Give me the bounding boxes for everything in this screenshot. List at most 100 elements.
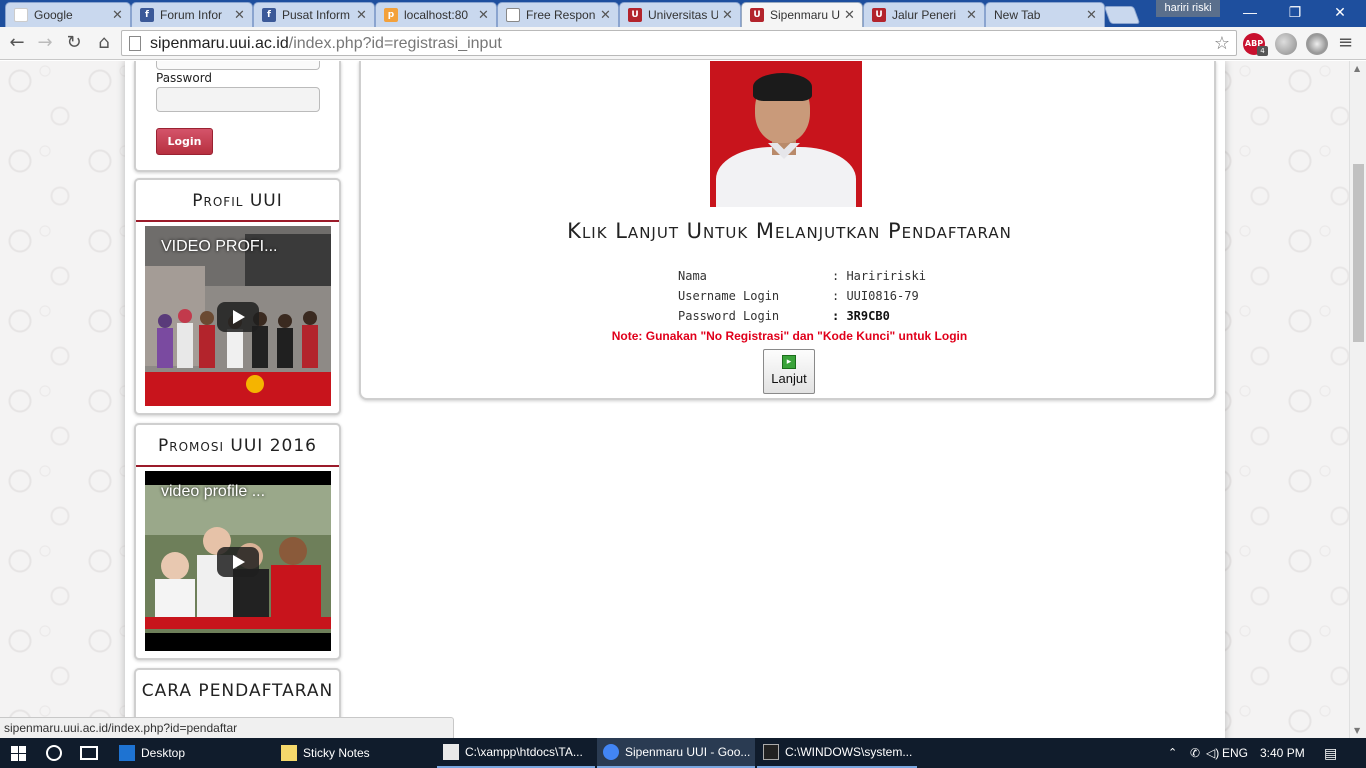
tab-universitas[interactable]: U Universitas U ✕ <box>619 2 741 27</box>
uui-icon: U <box>872 8 886 22</box>
tab-title: Free Respon <box>526 8 596 22</box>
taskbar-sticky-notes[interactable]: Sticky Notes <box>275 738 435 768</box>
tab-new-tab[interactable]: New Tab ✕ <box>985 2 1105 27</box>
volume-icon[interactable]: ◁) <box>1206 738 1219 768</box>
applicant-photo <box>710 61 862 207</box>
desktop-icon <box>119 745 135 761</box>
extension-icon[interactable] <box>1275 33 1297 55</box>
reload-icon[interactable]: ↻ <box>62 32 86 54</box>
tray-up-arrow-icon[interactable]: ⌃ <box>1168 738 1177 768</box>
clock[interactable]: 3:40 PM <box>1260 738 1305 768</box>
tab-forum-info[interactable]: f Forum Infor ✕ <box>131 2 253 27</box>
profil-title: Profil UUI <box>136 180 339 222</box>
browser-toolbar: ← → ↻ ⌂ sipenmaru.uui.ac.id/index.php?id… <box>0 27 1366 60</box>
restore-icon[interactable]: ❐ <box>1275 0 1315 25</box>
close-icon[interactable]: ✕ <box>356 9 368 22</box>
url-path: /index.php?id=registrasi_input <box>288 35 502 52</box>
info-label: Nama <box>678 269 707 283</box>
tab-title: Jalur Peneri <box>892 8 957 22</box>
network-icon[interactable]: ✆ <box>1190 738 1200 768</box>
taskbar-notepad[interactable]: C:\xampp\htdocs\TA... <box>437 738 595 768</box>
lanjut-button[interactable]: ▸ Lanjut <box>763 349 815 394</box>
play-icon[interactable] <box>217 547 259 577</box>
action-center-icon[interactable]: ▤ <box>1324 738 1337 768</box>
promosi-title: Promosi UUI 2016 <box>136 425 339 467</box>
profil-video[interactable]: VIDEO PROFI... <box>145 226 331 406</box>
tab-title: Universitas U <box>648 8 718 22</box>
promosi-video[interactable]: video profile ... <box>145 471 331 651</box>
chrome-icon <box>603 744 619 760</box>
phpmyadmin-icon: p <box>384 8 398 22</box>
tab-sipenmaru[interactable]: U Sipenmaru U ✕ <box>741 2 863 27</box>
page-scrollbar[interactable]: ▲ ▼ <box>1349 61 1366 738</box>
menu-icon[interactable]: ≡ <box>1338 32 1353 53</box>
profil-video-title: VIDEO PROFI... <box>161 238 278 255</box>
facebook-icon: f <box>262 8 276 22</box>
close-window-icon[interactable]: ✕ <box>1320 0 1360 25</box>
scrollbar-thumb[interactable] <box>1353 164 1364 342</box>
cortana-icon[interactable] <box>46 745 62 761</box>
page-title: Klik Lanjut Untuk Melanjutkan Pendaftara… <box>567 219 1012 243</box>
tab-jalur-penerimaan[interactable]: U Jalur Peneri ✕ <box>863 2 985 27</box>
taskbar-cmd[interactable]: C:\WINDOWS\system... <box>757 738 917 768</box>
forward-icon[interactable]: → <box>33 32 57 54</box>
browser-tab-strip: G Google ✕ f Forum Infor ✕ f Pusat Infor… <box>0 0 1366 27</box>
taskbar-label: Sticky Notes <box>303 746 370 760</box>
back-icon[interactable]: ← <box>5 32 29 54</box>
windows-start-icon[interactable] <box>0 738 37 768</box>
tab-title: Google <box>34 8 73 22</box>
url-host: sipenmaru.uui.ac.id <box>150 35 289 52</box>
login-button[interactable]: Login <box>156 128 213 155</box>
page-icon <box>129 36 141 51</box>
tab-pusat-info[interactable]: f Pusat Inform ✕ <box>253 2 375 27</box>
tab-free-response[interactable]: Free Respon ✕ <box>497 2 619 27</box>
info-label: Username Login <box>678 289 780 303</box>
taskbar-label: Sipenmaru UUI - Goo... <box>625 745 751 759</box>
uui-icon: U <box>750 8 764 22</box>
info-value: : UUI0816-79 <box>832 289 919 303</box>
profile-name[interactable]: hariri riski <box>1156 0 1220 17</box>
tab-google[interactable]: G Google ✕ <box>5 2 131 27</box>
username-input[interactable] <box>156 61 320 70</box>
home-icon[interactable]: ⌂ <box>92 32 116 54</box>
info-value: : Hariririski <box>832 269 926 283</box>
taskbar-label: C:\xampp\htdocs\TA... <box>465 745 583 759</box>
info-value: : 3R9CB0 <box>832 309 890 323</box>
address-bar[interactable]: sipenmaru.uui.ac.id/index.php?id=registr… <box>121 30 1237 56</box>
facebook-icon: f <box>140 8 154 22</box>
scroll-up-icon[interactable]: ▲ <box>1354 64 1360 73</box>
login-panel: Password Login <box>134 61 341 172</box>
close-icon[interactable]: ✕ <box>722 9 734 22</box>
play-icon[interactable] <box>217 302 259 332</box>
windows-taskbar: Desktop Sticky Notes C:\xampp\htdocs\TA.… <box>0 738 1366 768</box>
password-input[interactable] <box>156 87 320 112</box>
cmd-icon <box>763 744 779 760</box>
close-icon[interactable]: ✕ <box>844 9 856 22</box>
tab-localhost[interactable]: p localhost:80 ✕ <box>375 2 497 27</box>
new-tab-button[interactable] <box>1103 6 1141 24</box>
address-url[interactable]: sipenmaru.uui.ac.id/index.php?id=registr… <box>150 35 502 53</box>
task-view-icon[interactable] <box>80 746 98 760</box>
language-indicator[interactable]: ENG <box>1222 738 1248 768</box>
globe-extension-icon[interactable] <box>1306 33 1328 55</box>
taskbar-chrome[interactable]: Sipenmaru UUI - Goo... <box>597 738 755 768</box>
close-icon[interactable]: ✕ <box>478 9 490 22</box>
profil-panel: Profil UUI VIDEO PROFI... <box>134 178 341 415</box>
close-icon[interactable]: ✕ <box>600 9 612 22</box>
scroll-down-icon[interactable]: ▼ <box>1354 726 1360 735</box>
promosi-panel: Promosi UUI 2016 video profile ... <box>134 423 341 660</box>
close-icon[interactable]: ✕ <box>966 9 978 22</box>
lanjut-label: Lanjut <box>771 371 807 386</box>
registration-result-panel: Klik Lanjut Untuk Melanjutkan Pendaftara… <box>359 61 1216 400</box>
bookmark-star-icon[interactable]: ☆ <box>1214 33 1230 54</box>
close-icon[interactable]: ✕ <box>1086 9 1098 22</box>
taskbar-desktop[interactable]: Desktop <box>113 738 273 768</box>
status-bar: sipenmaru.uui.ac.id/index.php?id=pendaft… <box>0 717 454 738</box>
minimize-icon[interactable]: — <box>1230 0 1270 25</box>
page-viewport: Password Login Profil UUI VIDEO PROFI...… <box>0 61 1349 738</box>
taskbar-label: Desktop <box>141 746 186 760</box>
close-icon[interactable]: ✕ <box>112 9 124 22</box>
tab-title: New Tab <box>994 8 1041 22</box>
cara-pendaftaran-title[interactable]: CARA PENDAFTARAN <box>136 670 339 701</box>
close-icon[interactable]: ✕ <box>234 9 246 22</box>
